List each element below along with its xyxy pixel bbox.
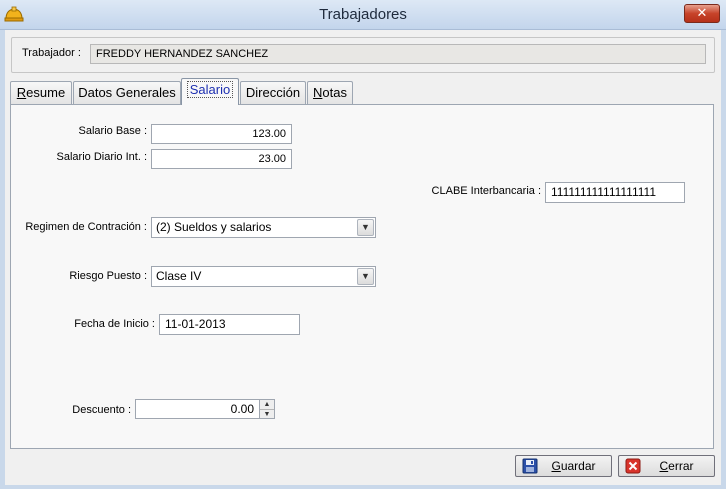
fecha-inicio-input[interactable]: 11-01-2013 bbox=[159, 314, 300, 335]
tab-strip: Resume Datos Generales Salario Dirección… bbox=[10, 78, 714, 105]
close-icon bbox=[625, 458, 641, 474]
tab-direccion[interactable]: Dirección bbox=[240, 81, 306, 104]
guardar-button[interactable]: Guardar bbox=[515, 455, 612, 477]
regimen-label: Regimen de Contración : bbox=[25, 221, 147, 233]
worker-name-field[interactable]: FREDDY HERNANDEZ SANCHEZ bbox=[90, 44, 706, 64]
riesgo-value: Clase IV bbox=[156, 269, 202, 283]
tab-notas[interactable]: Notas bbox=[307, 81, 353, 104]
salario-base-label: Salario Base : bbox=[78, 125, 147, 137]
title-bar[interactable]: Trabajadores ✕ bbox=[0, 0, 726, 30]
window-body: Trabajador : FREDDY HERNANDEZ SANCHEZ Re… bbox=[5, 30, 721, 485]
floppy-disk-icon bbox=[522, 458, 538, 474]
cerrar-button[interactable]: Cerrar bbox=[618, 455, 715, 477]
regimen-value: (2) Sueldos y salarios bbox=[156, 220, 272, 234]
riesgo-select[interactable]: Clase IV ▼ bbox=[151, 266, 376, 287]
guardar-label: Guardar bbox=[551, 459, 596, 473]
salario-diario-label: Salario Diario Int. : bbox=[56, 151, 147, 163]
descuento-spinner[interactable]: ▲ ▼ bbox=[259, 399, 275, 419]
fecha-inicio-label: Fecha de Inicio : bbox=[74, 318, 155, 330]
tab-datos-generales[interactable]: Datos Generales bbox=[73, 81, 181, 104]
descuento-input[interactable]: 0.00 bbox=[135, 399, 260, 419]
clabe-input[interactable]: 111111111111111111 bbox=[545, 182, 685, 203]
regimen-select[interactable]: (2) Sueldos y salarios ▼ bbox=[151, 217, 376, 238]
clabe-label: CLABE Interbancaria : bbox=[431, 185, 541, 197]
tab-resume[interactable]: Resume bbox=[10, 81, 72, 104]
spin-up-icon[interactable]: ▲ bbox=[260, 400, 274, 409]
window-title: Trabajadores bbox=[319, 6, 407, 23]
cerrar-label: Cerrar bbox=[659, 459, 694, 473]
salario-diario-input[interactable]: 23.00 bbox=[151, 149, 292, 169]
tab-salario[interactable]: Salario bbox=[181, 78, 239, 105]
window-close-button[interactable]: ✕ bbox=[684, 4, 720, 23]
riesgo-label: Riesgo Puesto : bbox=[69, 270, 147, 282]
salario-panel: Salario Base : 123.00 Salario Diario Int… bbox=[10, 104, 714, 449]
salario-base-input[interactable]: 123.00 bbox=[151, 124, 292, 144]
chevron-down-icon[interactable]: ▼ bbox=[357, 219, 374, 236]
spin-down-icon[interactable]: ▼ bbox=[260, 409, 274, 418]
descuento-label: Descuento : bbox=[72, 404, 131, 416]
worker-label: Trabajador : bbox=[22, 47, 81, 59]
chevron-down-icon[interactable]: ▼ bbox=[357, 268, 374, 285]
worker-groupbox: Trabajador : FREDDY HERNANDEZ SANCHEZ bbox=[11, 37, 715, 73]
